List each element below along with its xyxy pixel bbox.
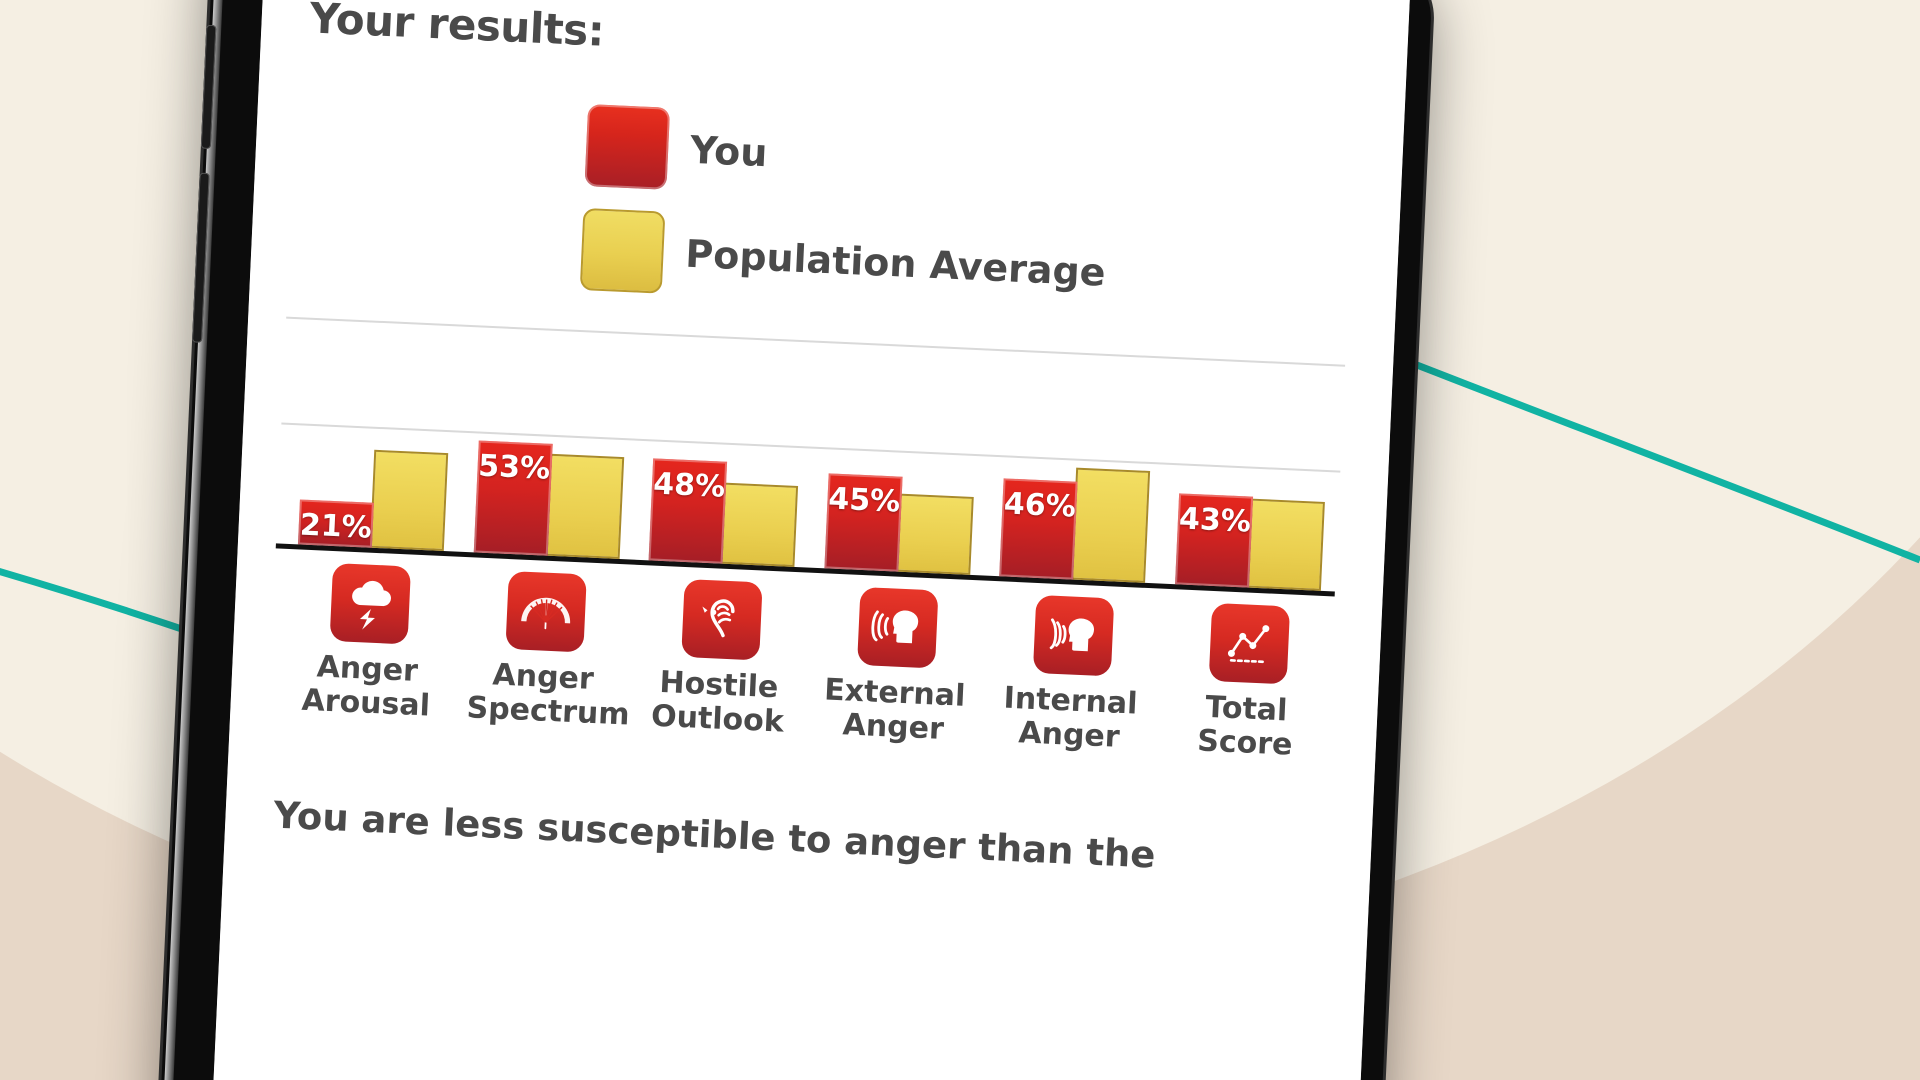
bar-population-average: [896, 493, 974, 575]
category-label: External Anger: [823, 672, 967, 747]
category-1[interactable]: Anger Arousal: [290, 561, 447, 723]
summary-paragraph: You are less susceptible to anger than t…: [272, 793, 1157, 877]
legend-item-you: You: [584, 104, 1112, 210]
head-shouting-in-icon[interactable]: [1032, 594, 1115, 677]
bar-group: 21%: [297, 318, 458, 552]
bar-value-label: 53%: [477, 448, 551, 487]
fan-gauge-icon[interactable]: [505, 570, 587, 653]
bar-you: 21%: [297, 499, 374, 548]
category-icon-row: Anger Arousal Anger Spectrum Hostile Outlo…: [290, 561, 1326, 763]
page-title: Your results:: [308, 0, 606, 56]
category-3[interactable]: Hostile Outlook: [642, 577, 799, 739]
chart-legend: You Population Average: [579, 104, 1112, 336]
legend-item-population-average: Population Average: [579, 208, 1108, 314]
chart-bar-groups: 21% 53% 48% 45% 46% 43%: [297, 318, 1335, 591]
legend-label-population-average: Population Average: [684, 231, 1107, 295]
head-shouting-out-icon[interactable]: [857, 586, 939, 669]
bar-population-average: [545, 453, 624, 559]
category-2[interactable]: Anger Spectrum: [465, 569, 631, 733]
bar-value-label: 21%: [299, 507, 373, 547]
legend-label-you: You: [689, 127, 769, 176]
scorpion-sting-icon[interactable]: [681, 578, 763, 661]
category-label: Anger Spectrum: [465, 657, 631, 733]
category-4[interactable]: External Anger: [818, 585, 975, 747]
category-label: Anger Arousal: [300, 649, 431, 724]
bar-you: 43%: [1174, 493, 1254, 588]
bar-group: 48%: [648, 334, 809, 568]
bar-value-label: 48%: [652, 466, 726, 505]
bar-value-label: 46%: [1003, 486, 1077, 526]
bar-group: 53%: [473, 326, 633, 560]
screenshot-stage: Your results: You Population Average 21%…: [0, 0, 1920, 1080]
phone-screen: Your results: You Population Average 21%…: [211, 0, 1411, 1080]
category-label: Total Score: [1196, 689, 1294, 763]
results-app-screen: Your results: You Population Average 21%…: [211, 0, 1411, 1080]
phone-device: Your results: You Population Average 21%…: [158, 0, 1434, 1080]
bar-group: 46%: [999, 349, 1160, 583]
bar-you: 45%: [824, 472, 903, 572]
category-5[interactable]: Internal Anger: [993, 593, 1150, 755]
cloud-lightning-icon[interactable]: [329, 563, 412, 645]
bar-value-label: 45%: [827, 481, 901, 520]
bar-population-average: [369, 450, 449, 552]
bar-population-average: [1246, 498, 1325, 591]
category-label: Hostile Outlook: [650, 664, 785, 740]
category-label: Internal Anger: [1002, 680, 1139, 755]
bar-population-average: [720, 483, 799, 567]
bar-you: 53%: [473, 440, 553, 556]
bar-value-label: 43%: [1178, 501, 1252, 540]
bar-group: 43%: [1174, 357, 1335, 591]
bar-you: 48%: [648, 458, 728, 564]
bar-population-average: [1071, 467, 1151, 583]
population-average-swatch-icon: [579, 208, 666, 294]
bar-you: 46%: [999, 478, 1078, 580]
you-swatch-icon: [584, 104, 671, 190]
results-bar-chart: 21% 53% 48% 45% 46% 43%: [275, 316, 1346, 597]
bar-group: 45%: [824, 342, 984, 576]
line-chart-icon[interactable]: [1208, 602, 1291, 685]
category-6[interactable]: Total Score: [1169, 601, 1326, 763]
